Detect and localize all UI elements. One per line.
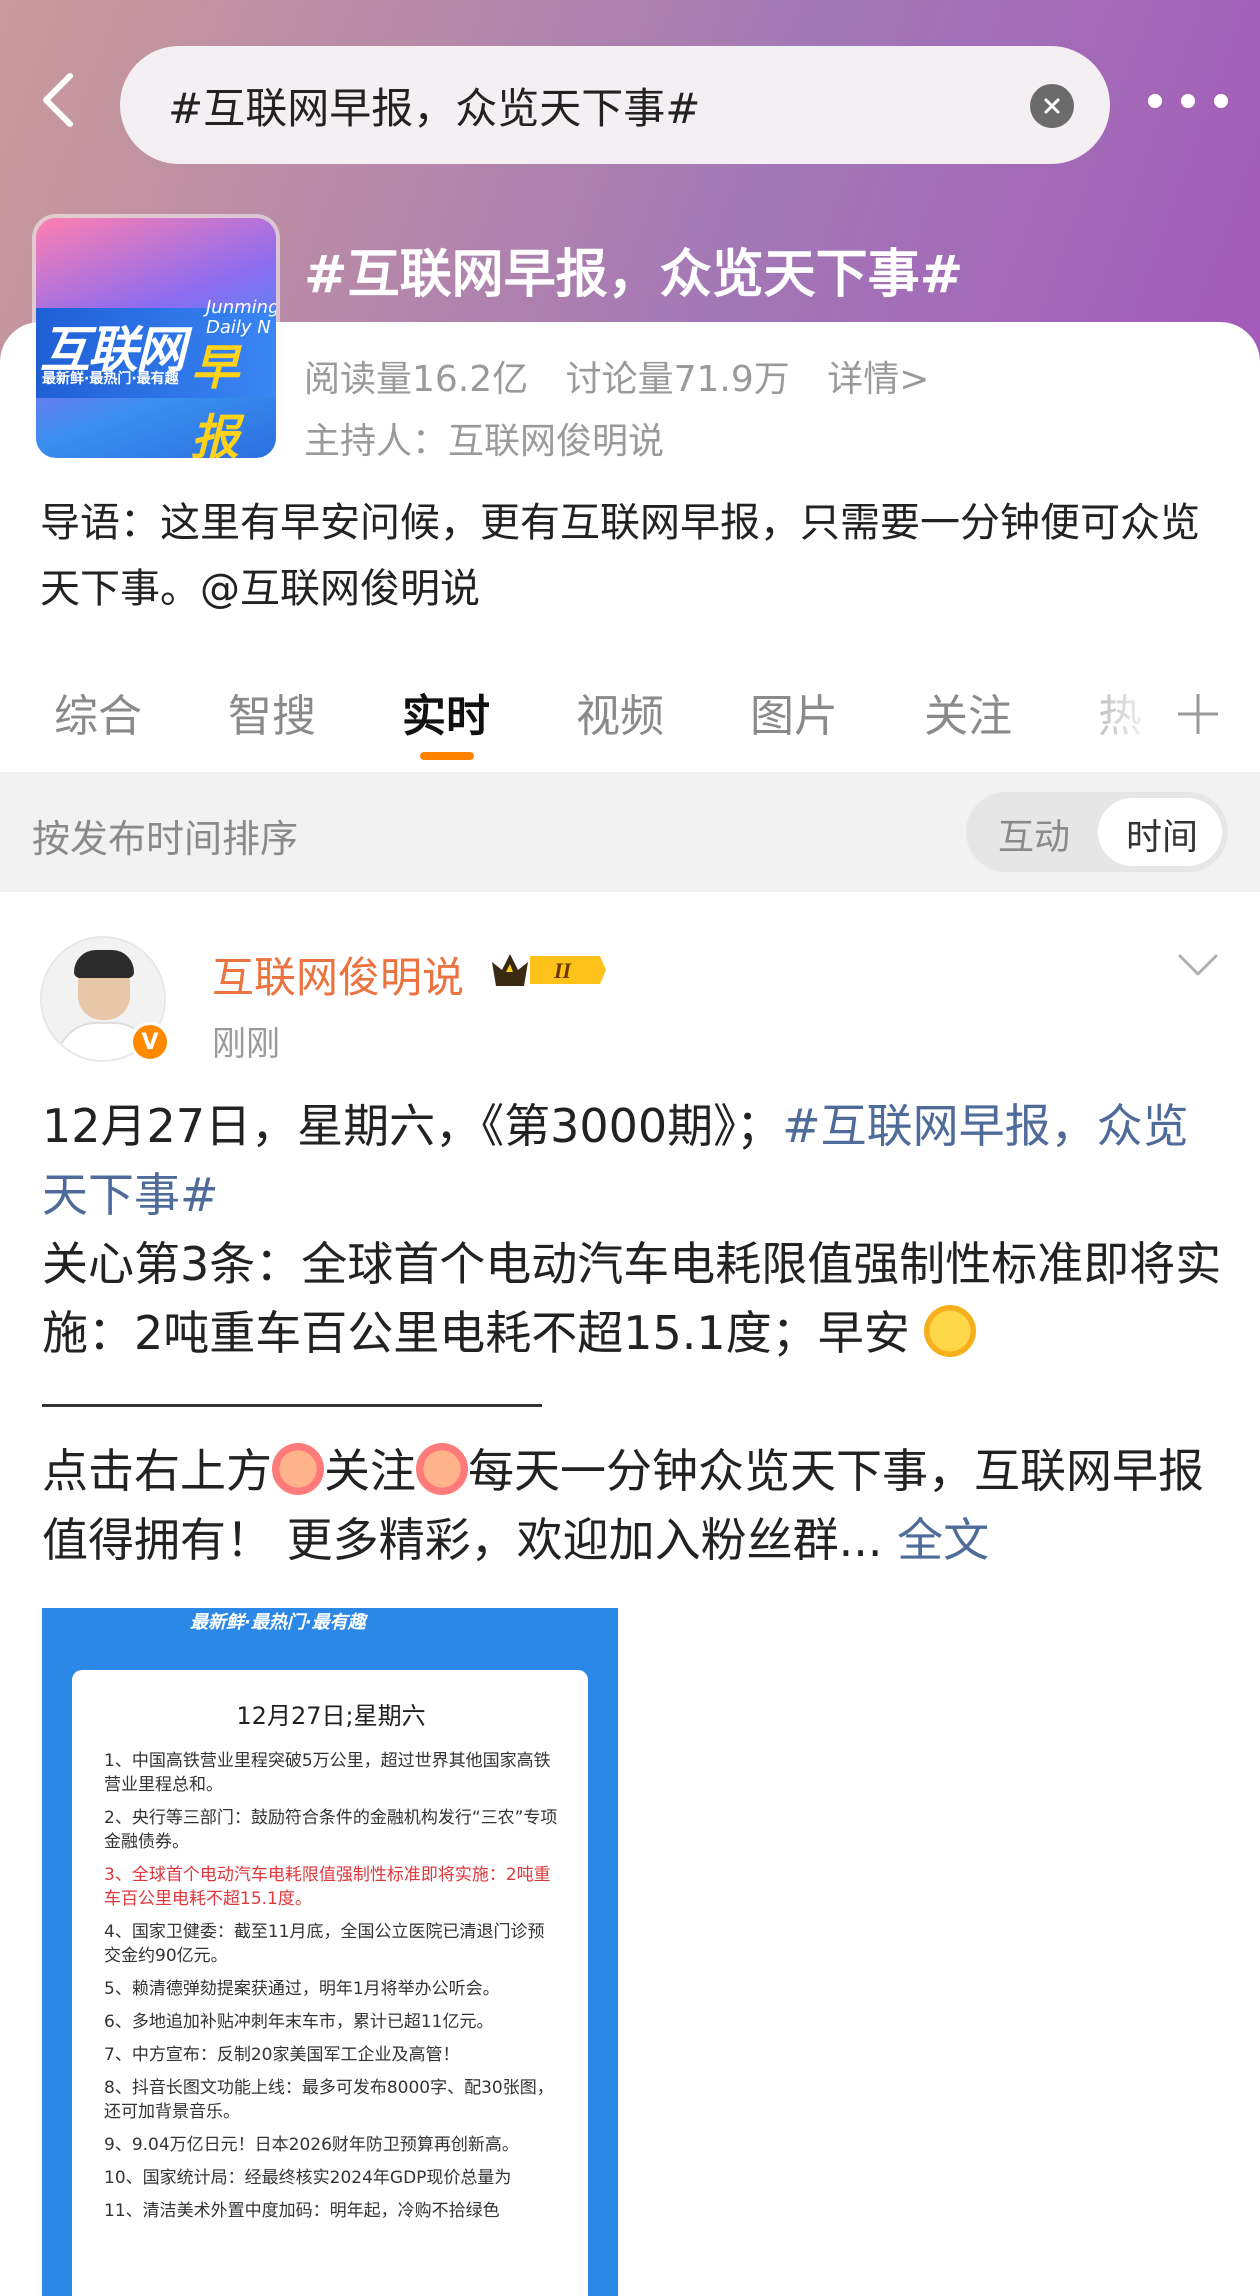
heart-eyes-emoji-icon [272,1443,324,1495]
sort-toggle[interactable]: 互动 时间 [966,792,1228,872]
more-dot-icon [1181,94,1195,108]
chevron-down-icon[interactable] [1176,950,1220,980]
chevron-left-icon [43,73,73,127]
tab-comprehensive[interactable]: 综合 [54,680,142,744]
sort-option-time[interactable]: 时间 [1126,808,1198,860]
image-news-item: 5、赖清德弹劾提案获通过，明年1月将举办公听会。 [104,1979,500,1999]
more-dot-icon [1148,94,1162,108]
back-button[interactable] [28,70,88,130]
verified-badge: V [130,1022,170,1062]
pleading-emoji-icon [416,1443,468,1495]
thumbnail-subtitle: 最新鲜·最热门·最有趣 [42,371,179,387]
close-icon [1044,98,1060,114]
tab-bar: 综合 智搜 实时 视频 图片 关注 热 [0,670,1260,770]
sort-option-interaction[interactable]: 互动 [998,808,1070,860]
crown-level-icon: II [492,954,606,986]
image-news-item: 4、国家卫健委：截至11月底，全国公立医院已清退门诊预交金约90亿元。 [104,1922,545,1966]
post-image[interactable]: 最新鲜·最热门·最有趣 12月27日;星期六 1、中国高铁营业里程突破5万公里，… [42,1608,618,2296]
add-tab-button[interactable] [1176,678,1220,750]
topic-thumbnail[interactable]: 互联网 早报 最新鲜·最热门·最有趣 Junming Daily N [36,218,276,458]
author-name[interactable]: 互联网俊明说 [212,944,464,1005]
image-news-item: 7、中方宣布：反制20家美国军工企业及高管！ [104,2045,460,2065]
level-badge-text: II [553,958,573,983]
details-link[interactable]: 详情> [827,359,929,400]
full-text-link[interactable]: 全文 [897,1513,989,1567]
post-timestamp: 刚刚 [212,1024,280,1064]
image-news-item: 2、央行等三部门：鼓励符合条件的金融机构发行“三农”专项金融债券。 [104,1808,558,1852]
post-cta-a: 点击右上方 [42,1444,272,1498]
thumbnail-english: Junming Daily N [206,297,276,338]
post-line-date: 12月27日，星期六，《第3000期》； [42,1099,783,1153]
image-date: 12月27日;星期六 [236,1702,426,1730]
sun-emoji-icon [924,1305,977,1357]
image-news-item: 9、9.04万亿日元！日本2026财年防卫预算再创新高。 [104,2135,519,2155]
image-news-item: 10、国家统计局：经最终核实2024年GDP现价总量为 [104,2168,512,2188]
avatar-hair [74,950,134,978]
image-news-item: 6、多地追加补贴冲刺年末车市，累计已超11亿元。 [104,2012,494,2032]
more-options-button[interactable] [1148,86,1228,116]
image-paper: 12月27日;星期六 1、中国高铁营业里程突破5万公里，超过世界其他国家高铁营业… [72,1670,588,2296]
image-news-item: 8、抖音长图文功能上线：最多可发布8000字、配30张图，还可加背景音乐。 [104,2078,554,2122]
post-body: 12月27日，星期六，《第3000期》；#互联网早报，众览天下事# 关心第3条：… [42,1092,1232,1575]
search-query-text: #互联网早报，众览天下事# [168,83,701,133]
tab-video[interactable]: 视频 [576,680,664,744]
image-news-item-highlight: 3、全球首个电动汽车电耗限值强制性标准即将实施：2吨重车百公里电耗不超15.1度… [104,1865,551,1909]
post-cta-b: 关注 [324,1444,416,1498]
post-line-headline: 关心第3条：全球首个电动汽车电耗限值强制性标准即将实施：2吨重车百公里电耗不超1… [42,1237,1222,1360]
topic-intro: 导语：这里有早安问候，更有互联网早报，只需要一分钟便可众览天下事。@互联网俊明说 [40,500,1200,612]
tab-realtime[interactable]: 实时 [402,680,490,744]
discussion-count: 讨论量71.9万 [565,359,790,400]
plus-icon [1178,694,1218,734]
tab-smart-search[interactable]: 智搜 [228,680,316,744]
image-news-item: 1、中国高铁营业里程突破5万公里，超过世界其他国家高铁营业里程总和。 [104,1751,551,1795]
tab-following[interactable]: 关注 [924,680,1012,744]
thumbnail-badge: 早报 [191,340,240,458]
read-count: 阅读量16.2亿 [304,359,529,400]
sort-bar: 按发布时间排序 互动 时间 [0,772,1260,892]
top-bar: #互联网早报，众览天下事# [0,40,1260,170]
topic-host[interactable]: 主持人：互联网俊明说 [304,412,664,464]
tab-fade-overlay [1080,670,1190,760]
more-dot-icon [1214,94,1228,108]
topic-title: #互联网早报，众览天下事# [304,245,964,305]
image-header-slogan: 最新鲜·最热门·最有趣 [190,1612,366,1633]
text-divider [42,1404,542,1407]
sort-label: 按发布时间排序 [32,817,299,861]
image-news-item: 11、清洁美术外置中度加码：明年起，冷购不拾绿色 [104,2201,500,2221]
topic-stats: 阅读量16.2亿 讨论量71.9万 详情> [304,350,955,402]
active-tab-indicator [420,752,474,760]
tab-images[interactable]: 图片 [750,680,838,744]
clear-search-button[interactable] [1030,84,1074,128]
search-input[interactable]: #互联网早报，众览天下事# [120,46,1110,164]
